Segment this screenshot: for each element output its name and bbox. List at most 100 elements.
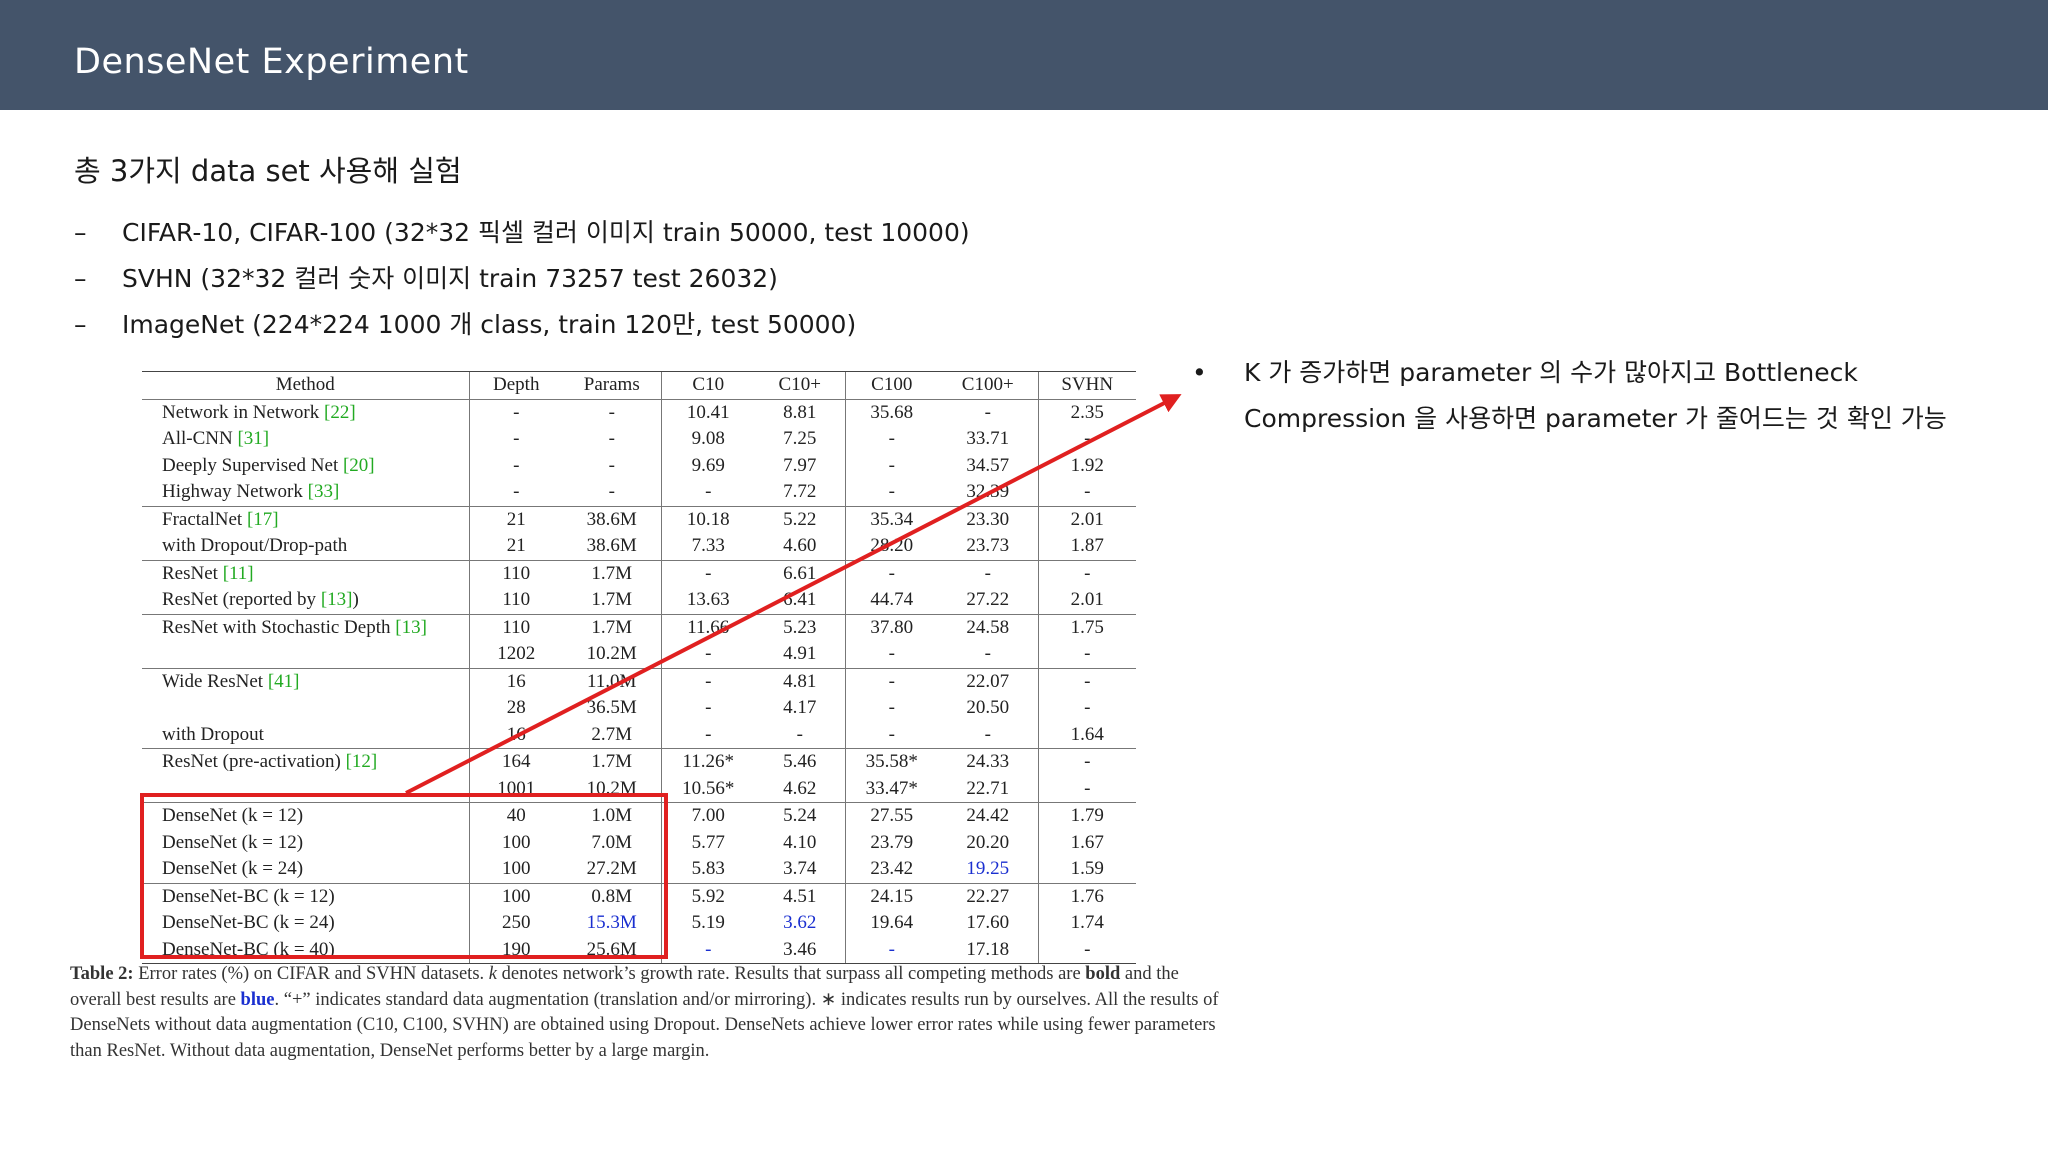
value-cell: 1.0M	[563, 802, 661, 830]
table-row: ResNet [11] 110 1.7M -6.61- - -	[142, 559, 1136, 587]
method-cell: DenseNet-BC (k = 24)	[142, 910, 469, 937]
value-cell: 2.01	[1037, 587, 1136, 614]
table-caption: Table 2: Error rates (%) on CIFAR and SV…	[70, 964, 1219, 1061]
value-cell: 1.59	[1037, 856, 1136, 883]
results-table: Method Depth Params C10 C10+ C100 C100+ …	[142, 371, 1136, 964]
value-cell: 1.75	[1037, 613, 1136, 641]
value-cell: -	[660, 559, 755, 587]
value-cell: 164	[468, 748, 563, 776]
value-cell: -	[844, 559, 938, 587]
value-cell: 24.33	[938, 748, 1038, 776]
value-cell: -	[844, 936, 938, 964]
value-cell: -	[1037, 426, 1136, 453]
value-cell: 7.0M	[591, 831, 633, 853]
method-cell: ResNet with Stochastic Depth [13]	[142, 613, 469, 641]
table-row: DenseNet (k = 12) 100 7.0M 5.77 4.10 23.79 20.…	[142, 829, 1136, 856]
value-cell: 10.41	[660, 399, 755, 426]
value-cell: 4.91	[783, 643, 817, 665]
value-cell: 21	[468, 505, 563, 533]
value-cell: 13.63	[660, 587, 755, 614]
citation-ref: [31]	[237, 428, 270, 450]
caption-label: Table 2:	[70, 964, 134, 984]
table-row: Network in Network [22] - -10.41 8.81 35.68-…	[142, 399, 1136, 426]
value-cell: 22.07	[938, 667, 1038, 695]
value-cell: 23.30	[938, 505, 1038, 533]
value-cell: -	[468, 399, 563, 426]
value-cell: 1202	[468, 641, 563, 668]
value-cell: 4.81	[755, 667, 845, 695]
table-row: ResNet with Stochastic Depth [13] 110 1.7M…	[142, 613, 1136, 641]
value-cell: 2.35	[1037, 399, 1136, 426]
value-cell: 0.8M	[563, 882, 661, 910]
table-row: ResNet (pre-activation) [12] 164 1.7M 11.26…	[142, 748, 1136, 776]
value-cell: 110	[468, 559, 563, 587]
value-cell: 9.08	[660, 426, 755, 453]
table-row: DenseNet (k = 12) 40 1.0M 7.00 5.24 27.55 24.4…	[142, 802, 1136, 830]
method-cell: DenseNet (k = 12)	[142, 802, 469, 830]
value-cell: 32.39	[966, 481, 1010, 503]
results-table-wrapper: Method Depth Params C10 C10+ C100 C100+ …	[142, 371, 1136, 964]
value-cell: 16	[468, 721, 563, 749]
value-cell: 4.10	[783, 831, 817, 853]
value-cell: -	[984, 723, 991, 745]
citation-ref: [22]	[324, 401, 356, 423]
value-cell: -	[608, 428, 615, 450]
method-name: Highway Network	[162, 481, 308, 503]
method-cell: DenseNet-BC (k = 40)	[142, 936, 469, 964]
observation-note: • K 가 증가하면 parameter 의 수가 많아지고 Bottlenec…	[1190, 350, 2030, 442]
value-cell: 7.33	[660, 533, 755, 560]
value-cell: 27.22	[966, 589, 1010, 611]
method-name: ResNet (pre-activation)	[162, 751, 346, 773]
dataset-item: – ImageNet (224*224 1000 개 class, train 1…	[74, 305, 970, 351]
value-cell: 24.42	[938, 802, 1038, 830]
citation-ref: [13]	[320, 589, 353, 611]
method-name: ResNet	[162, 562, 223, 584]
value-cell: -	[660, 695, 755, 722]
value-cell: 3.74	[783, 858, 817, 880]
value-cell: -	[984, 643, 991, 665]
method-name: FractalNet	[162, 508, 247, 530]
value-cell: 1.79	[1037, 802, 1136, 830]
value-cell: -	[1037, 936, 1136, 964]
value-cell: 20.20	[966, 831, 1010, 853]
header-depth: Depth	[468, 371, 563, 400]
value-cell: 1.7M	[563, 748, 661, 776]
value-cell: 7.25	[783, 428, 817, 450]
value-cell: 2.01	[1037, 505, 1136, 533]
header-c10: C10	[660, 371, 755, 400]
dataset-item: – CIFAR-10, CIFAR-100 (32*32 픽셀 컬러 이미지 tr…	[74, 213, 970, 259]
method-name: DenseNet (k = 12)	[162, 805, 304, 827]
value-cell: 37.80	[844, 613, 938, 641]
citation-ref: [17]	[246, 508, 279, 530]
value-cell: 33.71	[966, 428, 1010, 450]
value-cell: 10.18	[660, 505, 755, 533]
value-cell: 5.77	[660, 829, 755, 856]
dataset-item-text: ImageNet (224*224 1000 개 class, train 12…	[122, 310, 857, 339]
value-cell: -	[468, 452, 563, 479]
value-cell: 4.60	[783, 535, 817, 557]
value-cell: -	[984, 401, 991, 423]
value-cell: 17.60	[966, 912, 1010, 934]
value-cell: 24.58	[938, 613, 1038, 641]
citation-ref: [12]	[345, 751, 378, 773]
value-cell: 6.41	[783, 589, 817, 611]
value-cell: -	[660, 479, 755, 506]
table-row: Highway Network [33] - - -7.72-32.39-	[142, 479, 1136, 506]
value-cell: -	[1037, 559, 1136, 587]
method-name: ResNet (reported by	[162, 589, 321, 611]
table-header-row: Method Depth Params C10 C10+ C100 C100+ …	[142, 371, 1136, 400]
value-cell: -	[844, 426, 938, 453]
table-row: FractalNet [17] 21 38.6M 10.18 5.22 35.34 23.3…	[142, 505, 1136, 533]
method-name: with Dropout	[162, 723, 264, 745]
value-cell: 36.5M	[586, 697, 637, 719]
table-row: 28 36.5M - 4.17 - 20.50 -	[142, 695, 1136, 722]
value-cell: 1.74	[1037, 910, 1136, 937]
value-cell: -	[1037, 479, 1136, 506]
value-cell: -	[844, 667, 938, 695]
dash-marker: –	[74, 264, 87, 293]
value-cell: 1.64	[1037, 721, 1136, 749]
value-cell: -	[938, 559, 1038, 587]
slide-title: DenseNet Experiment	[74, 42, 469, 82]
header-params: Params	[563, 371, 661, 400]
value-cell: 19.25	[966, 858, 1010, 880]
